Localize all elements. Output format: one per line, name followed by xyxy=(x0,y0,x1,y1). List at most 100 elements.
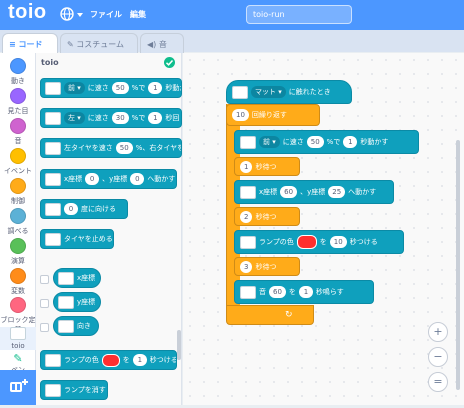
toio-logo[interactable]: toio xyxy=(8,1,47,24)
seconds-input[interactable]: 1 xyxy=(148,82,163,94)
wait-block[interactable]: 3 秒待つ xyxy=(234,257,300,276)
direction-dropdown[interactable]: 前 ▾ xyxy=(259,136,280,148)
toio-cube-icon xyxy=(45,202,61,216)
note-input[interactable]: 60 xyxy=(269,286,286,298)
tab-costume[interactable]: ✎ コスチューム xyxy=(60,33,138,53)
toio-cube-icon xyxy=(240,285,256,299)
goto-xy-block[interactable]: x座標 60 、y座標 25 へ動かす xyxy=(234,180,394,204)
palette-move-forward-block[interactable]: 前 ▾ に速さ 50 %で 1 秒動か xyxy=(40,78,182,98)
y-input[interactable]: 25 xyxy=(328,186,346,198)
category-operators[interactable]: 演算 xyxy=(0,238,36,266)
repeat-block-footer: ↻ xyxy=(226,305,314,325)
pen-icon: ✎ xyxy=(13,352,23,365)
palette-stop-tires-block[interactable]: タイヤを止める xyxy=(40,229,114,249)
sound-dot xyxy=(10,118,26,134)
tab-code[interactable]: ≡ コード xyxy=(2,33,58,53)
lamp-color-swatch[interactable] xyxy=(296,235,317,249)
direction-checkbox[interactable] xyxy=(40,323,49,332)
project-title-input[interactable]: toio-run xyxy=(246,5,352,24)
zoom-reset-button[interactable]: = xyxy=(428,372,448,392)
direction-dropdown[interactable]: 前 ▾ xyxy=(64,82,85,94)
category-events[interactable]: イベント xyxy=(0,148,36,176)
category-toio[interactable]: toio xyxy=(0,327,36,350)
seconds-input[interactable]: 1 xyxy=(148,112,163,124)
category-sensing[interactable]: 調べる xyxy=(0,208,36,236)
lamp-color-swatch[interactable] xyxy=(101,353,120,367)
zoom-in-icon: + xyxy=(433,325,443,338)
toio-cube-icon xyxy=(10,327,26,340)
wait-seconds-input[interactable]: 3 xyxy=(240,260,253,273)
menu-file[interactable]: ファイル xyxy=(90,9,122,20)
palette-scrollbar[interactable] xyxy=(177,330,181,360)
x-input[interactable]: 60 xyxy=(280,186,298,198)
speed-input[interactable]: 50 xyxy=(111,82,129,94)
toio-cube-icon xyxy=(240,185,256,199)
y-position-checkbox[interactable] xyxy=(40,299,49,308)
x-position-checkbox[interactable] xyxy=(40,275,49,284)
palette-x-position-reporter[interactable]: x座標 xyxy=(53,268,101,288)
mat-dropdown[interactable]: マット ▾ xyxy=(251,86,286,98)
palette-y-position-reporter[interactable]: y座標 xyxy=(53,292,101,312)
connected-check-icon xyxy=(164,57,175,68)
palette-tire-speed-block[interactable]: 左タイヤを速さ 50 %、右タイヤを速 xyxy=(40,138,182,158)
repeat-block[interactable]: 10 回繰り返す xyxy=(226,104,320,126)
palette-direction-reporter[interactable]: 向き xyxy=(53,316,99,336)
palette-lamp-off-block[interactable]: ランプを消す xyxy=(40,380,108,400)
palette-section-title: toio xyxy=(41,58,59,67)
palette-turn-block[interactable]: 左 ▾ に速さ 30 %で 1 秒回 xyxy=(40,108,182,128)
seconds-input[interactable]: 1 xyxy=(343,136,358,148)
script-area-scrollbar[interactable] xyxy=(456,140,460,390)
palette-lamp-block[interactable]: ランプの色 を 1 秒つける xyxy=(40,350,177,370)
toio-cube-icon xyxy=(45,232,61,246)
toio-cube-icon xyxy=(58,271,74,285)
speaker-icon: ◀) xyxy=(147,40,159,49)
toio-cube-icon xyxy=(45,111,61,125)
lamp-color-block[interactable]: ランプの色 を 10 秒つける xyxy=(234,230,404,254)
code-icon: ≡ xyxy=(9,40,19,49)
move-forward-block[interactable]: 前 ▾ に速さ 50 %で 1 秒動かす xyxy=(234,130,419,154)
wait-block[interactable]: 1 秒待つ xyxy=(234,157,300,176)
seconds-input[interactable]: 1 xyxy=(298,286,313,298)
category-looks[interactable]: 見た目 xyxy=(0,88,36,116)
motion-dot xyxy=(10,58,26,74)
language-caret-icon[interactable] xyxy=(77,13,83,17)
play-note-block[interactable]: 音 60 を 1 秒鳴らす xyxy=(234,280,374,304)
zoom-in-button[interactable]: + xyxy=(428,322,448,342)
zoom-out-icon: − xyxy=(433,350,443,363)
toio-cube-icon xyxy=(45,172,61,186)
category-sound[interactable]: 音 xyxy=(0,118,36,146)
add-extension-icon xyxy=(10,379,28,392)
menu-edit[interactable]: 編集 xyxy=(130,9,146,20)
toio-cube-icon xyxy=(45,141,61,155)
toio-cube-icon xyxy=(240,235,256,249)
palette-goto-xy-block[interactable]: x座標 0 、y座標 0 へ動かす xyxy=(40,169,177,189)
wait-seconds-input[interactable]: 2 xyxy=(240,210,253,223)
category-variables[interactable]: 変数 xyxy=(0,268,36,296)
tab-sound[interactable]: ◀) 音 xyxy=(140,33,184,53)
category-control[interactable]: 制御 xyxy=(0,178,36,206)
sensing-dot xyxy=(10,208,26,224)
category-motion[interactable]: 動き xyxy=(0,58,36,86)
left-tire-speed-input[interactable]: 50 xyxy=(115,142,133,154)
toio-cube-icon xyxy=(58,295,74,309)
toio-cube-icon xyxy=(240,135,256,149)
palette-point-direction-block[interactable]: 0 度に向ける xyxy=(40,199,128,219)
seconds-input[interactable]: 1 xyxy=(132,354,147,366)
speed-input[interactable]: 50 xyxy=(306,136,324,148)
wait-seconds-input[interactable]: 1 xyxy=(240,160,253,173)
repeat-count-input[interactable]: 10 xyxy=(232,109,249,121)
x-input[interactable]: 0 xyxy=(85,173,100,185)
toio-cube-icon xyxy=(58,319,74,333)
wait-block[interactable]: 2 秒待つ xyxy=(234,207,300,226)
zoom-out-button[interactable]: − xyxy=(428,347,448,367)
degree-input[interactable]: 0 xyxy=(64,203,78,215)
globe-icon[interactable] xyxy=(60,7,74,21)
when-touched-mat-hat-block[interactable]: マット ▾ に触れたとき xyxy=(226,80,352,104)
y-input[interactable]: 0 xyxy=(130,173,145,185)
toio-cube-icon xyxy=(45,353,61,367)
brush-icon: ✎ xyxy=(67,40,77,49)
turn-direction-dropdown[interactable]: 左 ▾ xyxy=(64,112,85,124)
seconds-input[interactable]: 10 xyxy=(329,236,347,248)
add-extension-button[interactable] xyxy=(0,370,36,405)
speed-input[interactable]: 30 xyxy=(111,112,129,124)
